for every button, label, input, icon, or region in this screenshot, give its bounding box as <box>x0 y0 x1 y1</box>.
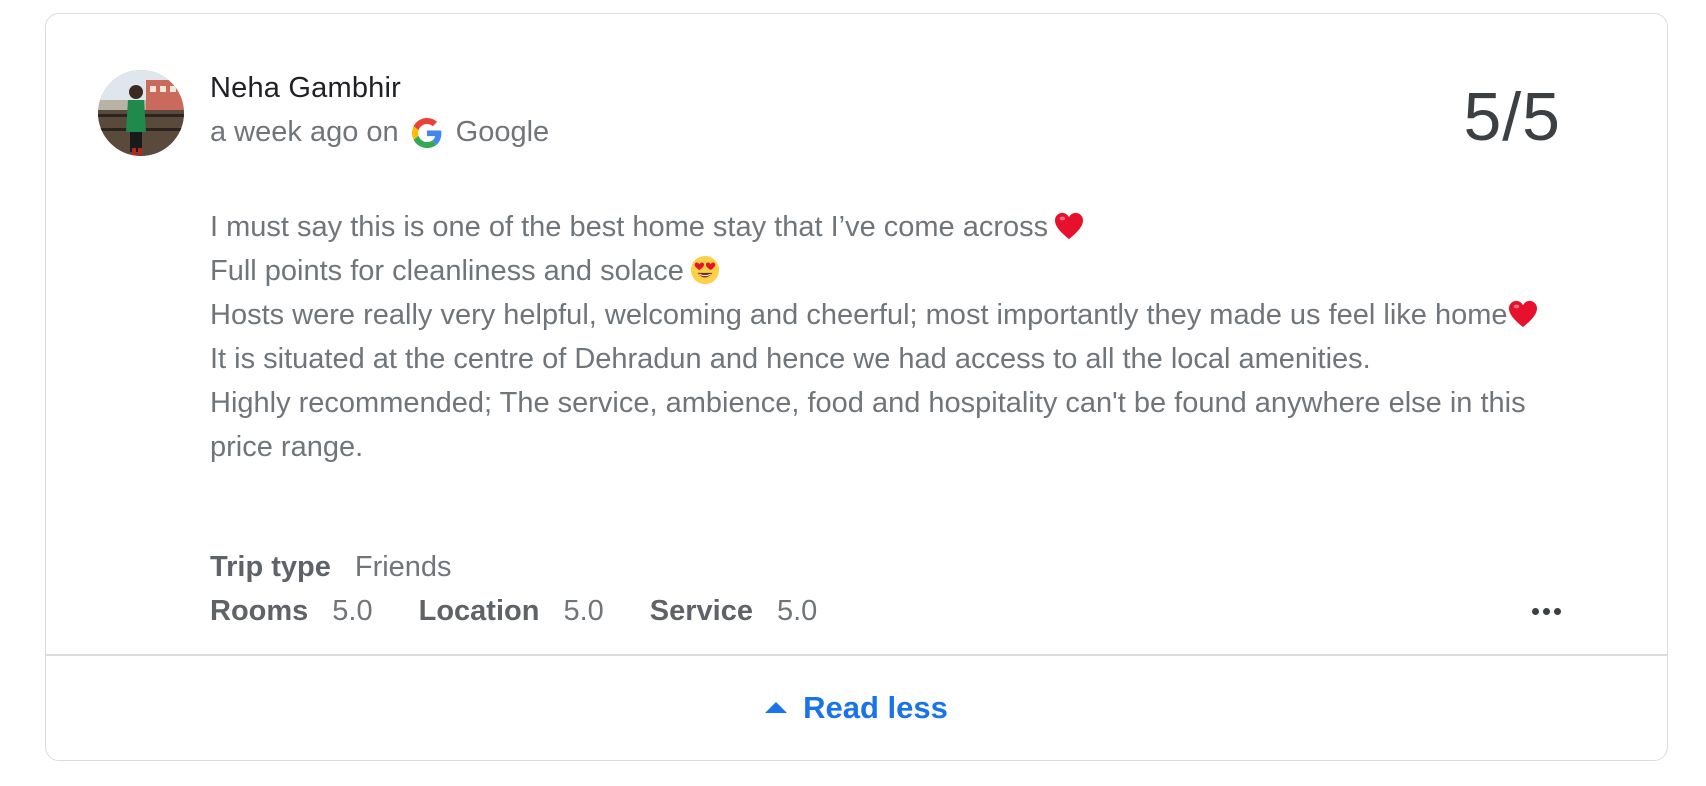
review-line: I must say this is one of the best home … <box>210 205 1550 249</box>
google-g-icon <box>411 117 442 148</box>
dot <box>1554 608 1561 615</box>
heart-eyes-emoji <box>690 255 719 285</box>
trip-type-label: Trip type <box>210 551 331 583</box>
rating-label-service: Service <box>649 595 753 627</box>
rating-value-rooms: 5.0 <box>332 595 373 627</box>
rating-label-location: Location <box>418 595 540 627</box>
review-score: 5/5 <box>1463 79 1561 155</box>
review-time: a week ago on <box>210 116 399 148</box>
trip-type-value: Friends <box>354 551 452 583</box>
rating-value-location: 5.0 <box>563 595 604 627</box>
review-text: I must say this is one of the best home … <box>210 205 1550 469</box>
avatar[interactable] <box>98 70 184 156</box>
more-options-icon[interactable] <box>1532 608 1561 615</box>
reviewer-name[interactable]: Neha Gambhir <box>210 72 401 105</box>
red-heart-emoji <box>1508 300 1537 328</box>
dot <box>1543 608 1550 615</box>
dot <box>1532 608 1539 615</box>
trip-type-row: Trip type Friends <box>210 545 863 589</box>
review-line: Hosts were really very helpful, welcomin… <box>210 293 1550 337</box>
review-source[interactable]: Google <box>456 116 550 149</box>
review-line: Highly recommended; The service, ambienc… <box>210 387 1526 463</box>
avatar-image <box>98 70 184 156</box>
read-less-button[interactable]: Read less <box>46 655 1667 760</box>
red-heart-emoji <box>1055 212 1084 240</box>
ratings-row: Rooms 5.0 Location 5.0 Service 5.0 <box>210 589 863 633</box>
rating-label-rooms: Rooms <box>210 595 309 627</box>
caret-up-icon <box>765 702 788 713</box>
review-card: Neha Gambhir a week ago on Google 5/5 I … <box>45 13 1668 761</box>
review-line: It is situated at the centre of Dehradun… <box>210 343 1371 375</box>
read-less-label: Read less <box>803 689 948 725</box>
review-meta: a week ago on Google <box>210 116 549 149</box>
review-line: Full points for cleanliness and solace <box>210 249 1550 293</box>
rating-value-service: 5.0 <box>777 595 818 627</box>
review-details: Trip type Friends Rooms 5.0 Location 5.0… <box>210 545 863 633</box>
